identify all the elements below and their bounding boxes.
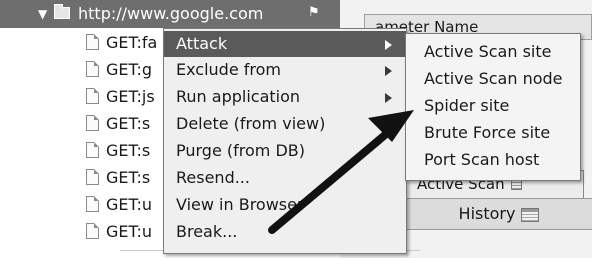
- context-menu: Attack Exclude from Run application Dele…: [163, 28, 407, 254]
- submenu-item-active-scan-site[interactable]: Active Scan site: [406, 38, 580, 65]
- submenu-item-active-scan-node[interactable]: Active Scan node: [406, 65, 580, 92]
- menu-item-label: View in Browser: [176, 195, 304, 214]
- menu-item-run-application[interactable]: Run application: [164, 84, 406, 110]
- menu-item-label: Exclude from: [176, 60, 281, 79]
- menu-item-label: Active Scan site: [424, 42, 552, 61]
- document-icon: [86, 61, 99, 77]
- document-icon: [86, 142, 99, 158]
- menu-item-label: Run application: [176, 87, 301, 106]
- submenu-item-port-scan-host[interactable]: Port Scan host: [406, 146, 580, 173]
- submenu-arrow-icon: [385, 66, 392, 76]
- document-icon: [86, 223, 99, 239]
- tree-node-label: http://www.google.com: [78, 4, 264, 23]
- menu-item-label: Spider site: [424, 96, 510, 115]
- tree-node-label: GET:u: [106, 195, 153, 214]
- expand-icon[interactable]: ▼: [38, 0, 47, 28]
- menu-item-label: Resend...: [176, 168, 250, 187]
- document-icon: [86, 115, 99, 131]
- tree-node-label: GET:g: [106, 60, 153, 79]
- scan-icon: [510, 179, 522, 190]
- submenu-arrow-icon: [385, 40, 392, 50]
- menu-item-label: Purge (from DB): [176, 141, 305, 160]
- document-icon: [86, 169, 99, 185]
- menu-item-label: Break...: [176, 222, 238, 241]
- submenu-item-brute-force-site[interactable]: Brute Force site: [406, 119, 580, 146]
- menu-item-attack[interactable]: Attack: [164, 31, 406, 57]
- menu-item-label: Brute Force site: [424, 123, 551, 142]
- menu-item-label: Port Scan host: [424, 150, 540, 169]
- document-icon: [86, 196, 99, 212]
- tab-label: History: [458, 204, 516, 223]
- tree-node-selected[interactable]: ▼ http://www.google.com ⚑: [0, 0, 340, 28]
- flag-icon: ⚑: [308, 5, 320, 20]
- tree-node-label: GET:s: [106, 141, 151, 160]
- menu-item-break[interactable]: Break...: [164, 219, 406, 245]
- tree-node-label: GET:js: [106, 87, 155, 106]
- submenu-item-spider-site[interactable]: Spider site: [406, 92, 580, 119]
- history-icon: [521, 207, 540, 222]
- menu-item-label: Active Scan node: [424, 69, 563, 88]
- submenu-arrow-icon: [385, 93, 392, 103]
- tab-history[interactable]: History: [406, 198, 592, 230]
- tree-node-label: GET:s: [106, 168, 151, 187]
- tree-node-label: GET:s: [106, 114, 151, 133]
- tree-node-label: GET:fa: [106, 33, 158, 52]
- attack-submenu: Active Scan site Active Scan node Spider…: [405, 33, 581, 181]
- menu-item-view-in-browser[interactable]: View in Browser: [164, 192, 406, 218]
- menu-item-delete[interactable]: Delete (from view): [164, 111, 406, 137]
- document-icon: [86, 34, 99, 50]
- menu-item-resend[interactable]: Resend...: [164, 165, 406, 191]
- menu-item-purge[interactable]: Purge (from DB): [164, 138, 406, 164]
- folder-icon: [54, 4, 70, 19]
- document-icon: [86, 88, 99, 104]
- tree-node-label: GET:u: [106, 222, 153, 241]
- menu-item-label: Delete (from view): [176, 114, 326, 133]
- menu-item-exclude-from[interactable]: Exclude from: [164, 57, 406, 83]
- menu-item-label: Attack: [176, 34, 228, 53]
